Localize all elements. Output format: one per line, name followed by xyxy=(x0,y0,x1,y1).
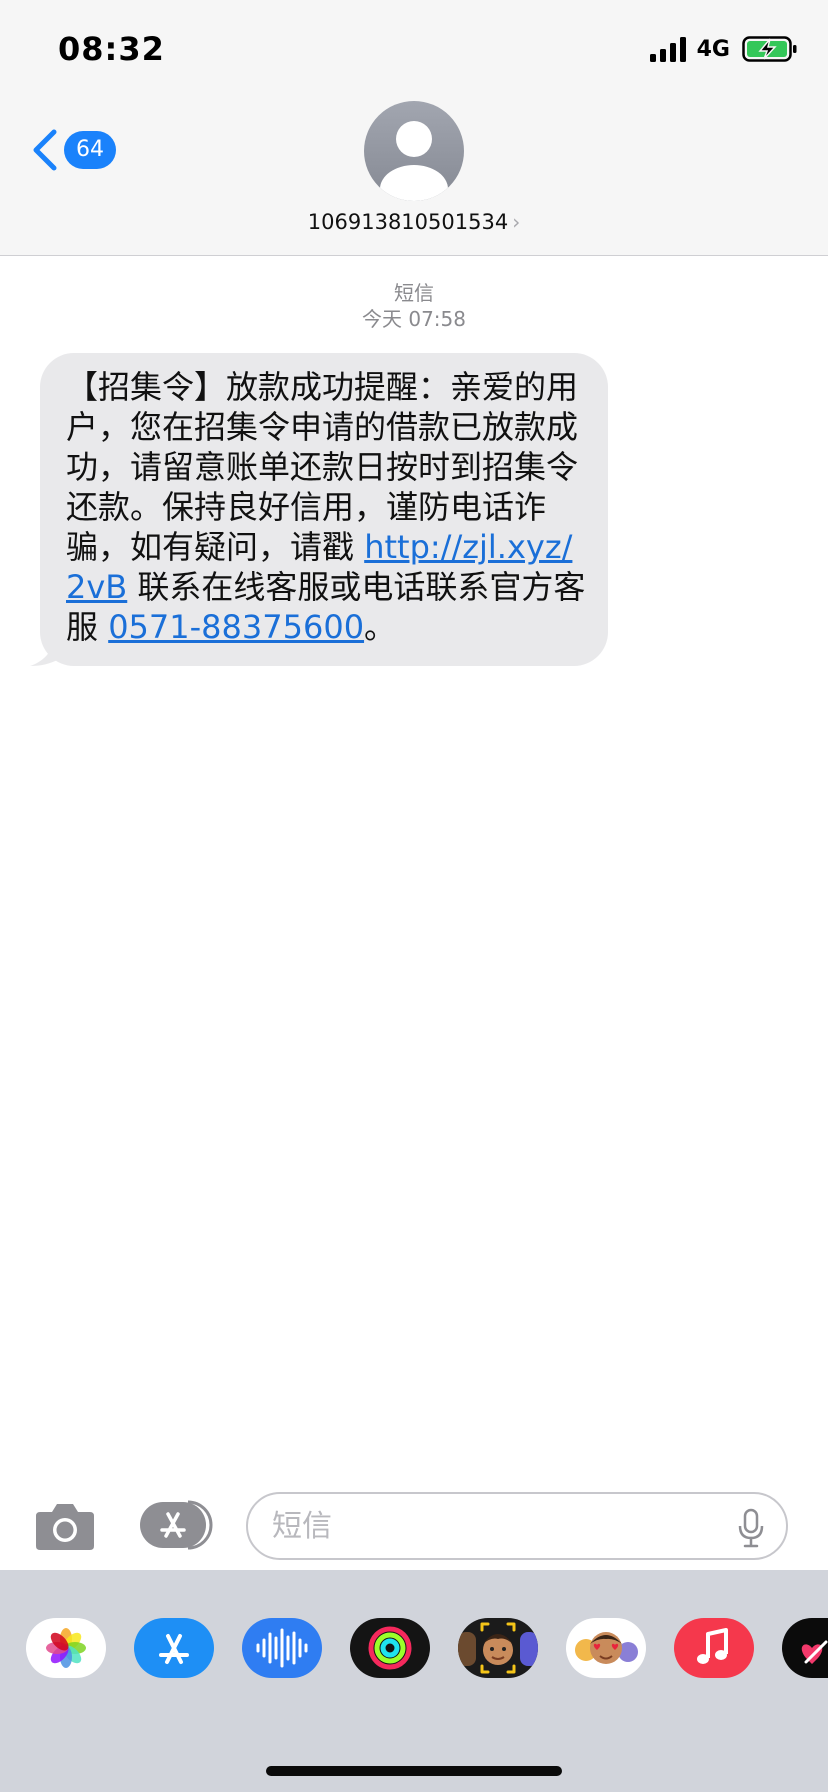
signal-icon xyxy=(649,37,686,62)
status-time: 08:32 xyxy=(58,30,165,68)
memoji-icon[interactable] xyxy=(458,1618,538,1678)
mic-icon[interactable] xyxy=(738,1508,764,1548)
status-indicators: 4G xyxy=(649,34,798,64)
messages-screen: 08:32 4G 64 106913810501534 › 短信 今天 07:5… xyxy=(0,0,828,1792)
camera-icon[interactable] xyxy=(34,1500,96,1552)
conversation-header: 08:32 4G 64 106913810501534 › xyxy=(0,0,828,256)
message-text-part3: 。 xyxy=(364,608,397,646)
message-input-bar xyxy=(0,1488,828,1568)
home-indicator[interactable] xyxy=(266,1766,562,1776)
photos-icon[interactable] xyxy=(26,1618,106,1678)
contact-number-text: 106913810501534 xyxy=(307,210,509,234)
message-phone-link[interactable]: 0571-88375600 xyxy=(108,608,364,646)
digital-touch-icon[interactable] xyxy=(782,1618,828,1678)
music-icon[interactable] xyxy=(674,1618,754,1678)
channel-label: 短信 xyxy=(394,281,434,305)
contact-number[interactable]: 106913810501534 › xyxy=(0,210,828,234)
message-field[interactable] xyxy=(246,1492,788,1560)
memoji-stickers-icon[interactable] xyxy=(566,1618,646,1678)
message-timestamp: 今天 07:58 xyxy=(362,307,466,331)
network-type: 4G xyxy=(696,36,730,62)
message-text: 【招集令】放款成功提醒：亲爱的用户，您在招集令申请的借款已放款成功，请留意账单还… xyxy=(40,353,608,666)
back-button[interactable]: 64 xyxy=(30,128,116,172)
chevron-right-icon: › xyxy=(512,210,521,234)
activity-icon[interactable] xyxy=(350,1618,430,1678)
conversation-meta: 短信 今天 07:58 xyxy=(0,280,828,332)
back-chevron-icon xyxy=(33,129,57,171)
appstore-icon[interactable] xyxy=(138,1498,214,1552)
battery-charging-icon xyxy=(742,36,797,62)
message-input[interactable] xyxy=(272,1502,712,1550)
app-drawer xyxy=(0,1570,828,1792)
unread-count-badge: 64 xyxy=(64,131,116,169)
appstore-icon[interactable] xyxy=(134,1618,214,1678)
message-bubble[interactable]: 【招集令】放款成功提醒：亲爱的用户，您在招集令申请的借款已放款成功，请留意账单还… xyxy=(28,353,612,666)
audio-message-icon[interactable] xyxy=(242,1618,322,1678)
avatar-icon[interactable] xyxy=(364,101,464,201)
